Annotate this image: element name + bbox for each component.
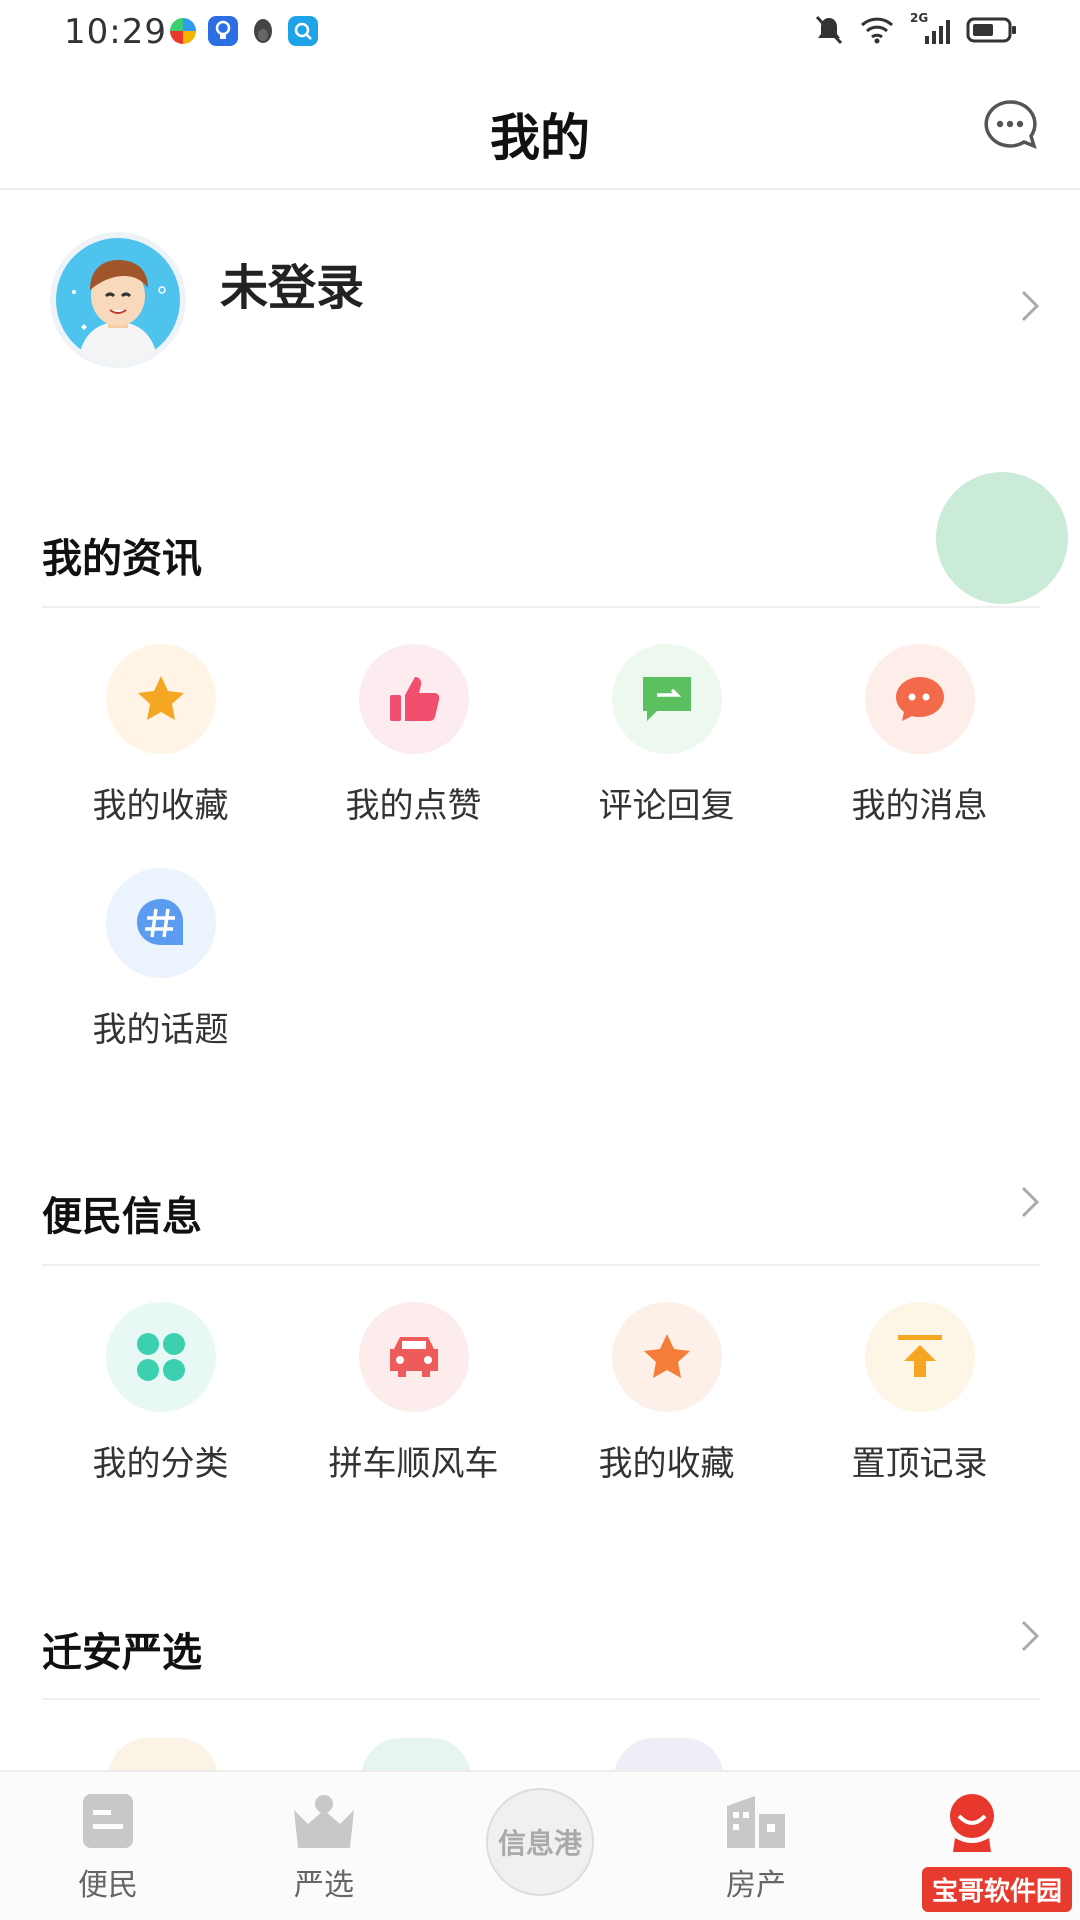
- nav-label: 房产: [726, 1868, 786, 1903]
- chevron-right-icon[interactable]: [1018, 1616, 1042, 1656]
- bulb-app-icon: [208, 16, 238, 46]
- status-time: 10:29: [64, 12, 167, 52]
- nav-label: 严选: [294, 1868, 354, 1903]
- signal-icon: 2G: [910, 11, 950, 45]
- pin-top-icon: [864, 1302, 975, 1412]
- tile-pin-records[interactable]: 置顶记录: [793, 1302, 1046, 1485]
- four-leaf-icon: [105, 1302, 216, 1412]
- status-app-icons: [168, 16, 318, 46]
- nav-item-real-estate[interactable]: 房产: [686, 1792, 826, 1904]
- chat-bubble-icon[interactable]: [980, 96, 1040, 156]
- page-title: 我的: [490, 108, 590, 167]
- section-title-selection[interactable]: 迁安严选: [42, 1620, 202, 1678]
- tile-label: 拼车顺风车: [328, 1444, 499, 1484]
- tile-label: 我的点赞: [345, 786, 482, 826]
- section-title-convenience[interactable]: 便民信息: [42, 1184, 202, 1242]
- tile-label: 我的话题: [92, 1010, 229, 1050]
- tile-label: 我的消息: [851, 786, 988, 826]
- search-app-icon: [288, 16, 318, 46]
- tile-label: 置顶记录: [851, 1444, 988, 1484]
- building-icon: [727, 1796, 785, 1848]
- section-title-news: 我的资讯: [42, 535, 202, 582]
- tile-my-favorites[interactable]: 我的收藏: [34, 644, 287, 827]
- nav-label: 便民: [78, 1868, 138, 1903]
- tile-label: 评论回复: [598, 786, 735, 826]
- status-indicators: 2G: [814, 11, 1018, 46]
- tile-comment-replies[interactable]: 评论回复: [540, 644, 793, 827]
- divider: [42, 1264, 1040, 1266]
- message-icon: [864, 644, 975, 754]
- smile-user-icon: [950, 1794, 994, 1852]
- battery-icon: [966, 17, 1016, 43]
- car-icon: [358, 1302, 469, 1412]
- reply-icon: [611, 644, 722, 754]
- tile-label: 我的收藏: [598, 1444, 735, 1484]
- mute-bell-icon: [815, 15, 843, 45]
- divider: [42, 1698, 1040, 1700]
- watermark-logo: 宝哥软件园: [921, 1867, 1072, 1912]
- tile-my-messages[interactable]: 我的消息: [793, 644, 1046, 827]
- status-bar: 10:29 2G: [0, 0, 1080, 68]
- tile-my-favorites-2[interactable]: 我的收藏: [540, 1302, 793, 1485]
- nav-item-convenience[interactable]: 便民: [38, 1792, 178, 1904]
- avatar[interactable]: [50, 232, 186, 368]
- wifi-icon: [860, 17, 894, 44]
- floating-action-button[interactable]: [936, 472, 1068, 604]
- penguin-app-icon: [248, 16, 278, 46]
- nav-item-selection[interactable]: 严选: [254, 1792, 394, 1904]
- hashtag-icon: [105, 868, 216, 978]
- divider: [42, 606, 1040, 608]
- chevron-right-icon[interactable]: [1018, 286, 1042, 326]
- tile-label: 我的收藏: [92, 786, 229, 826]
- nav-center-label: 信息港: [497, 1827, 582, 1860]
- star-icon: [105, 644, 216, 754]
- tile-carpool[interactable]: 拼车顺风车: [287, 1302, 540, 1485]
- star-icon: [611, 1302, 722, 1412]
- tile-my-categories[interactable]: 我的分类: [34, 1302, 287, 1485]
- top-header: 我的: [0, 68, 1080, 190]
- chevron-right-icon[interactable]: [1018, 1182, 1042, 1222]
- tile-my-topics[interactable]: 我的话题: [34, 868, 287, 1051]
- tile-label: 我的分类: [92, 1444, 229, 1484]
- tile-my-likes[interactable]: 我的点赞: [287, 644, 540, 827]
- thumb-up-icon: [358, 644, 469, 754]
- nav-item-info-port[interactable]: 信息港: [486, 1788, 594, 1896]
- crown-icon: [294, 1795, 354, 1848]
- login-status-text[interactable]: 未登录: [220, 248, 364, 318]
- bottom-nav: 便民 严选 信息港 房产 我的 宝哥软件园: [0, 1770, 1080, 1920]
- profile-card[interactable]: 未登录: [0, 190, 1080, 390]
- swirl-app-icon: [168, 16, 198, 46]
- document-icon: [83, 1794, 133, 1848]
